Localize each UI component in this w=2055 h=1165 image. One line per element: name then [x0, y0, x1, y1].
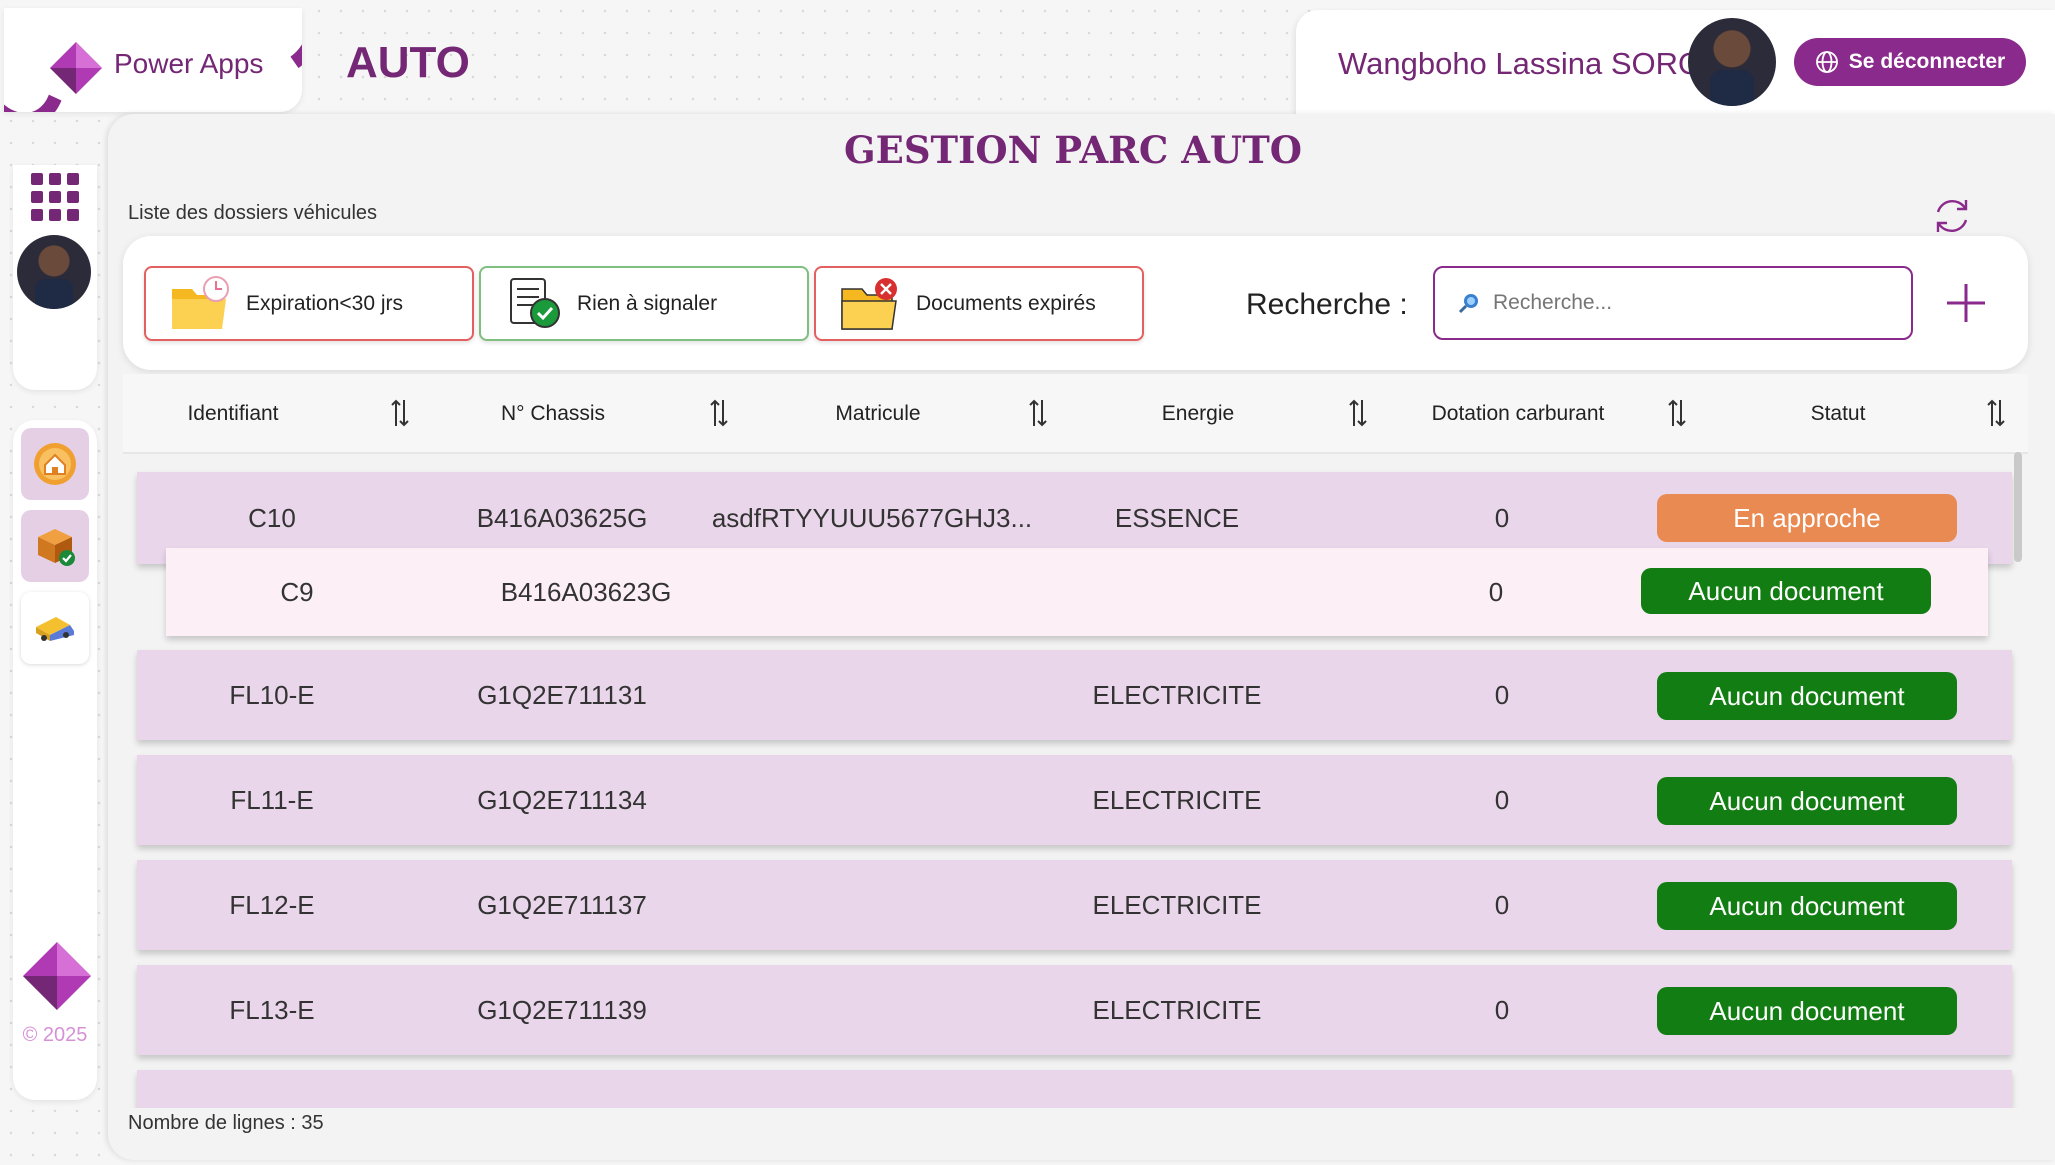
cell-dotation: 0	[1494, 784, 1510, 815]
sidebar-item-vehicles[interactable]	[21, 592, 89, 664]
copyright-text: © 2025	[22, 1024, 88, 1046]
page-title: GESTION PARC AUTO	[844, 128, 1302, 172]
cell-dotation: 0	[1494, 889, 1510, 920]
cell-chassis: G1Q2E711137	[477, 889, 647, 920]
filter-label: Rien à signaler	[577, 291, 718, 315]
user-name: Wangboho Lassina SORO	[1338, 46, 1703, 81]
cell-identifiant: FL13-E	[229, 994, 315, 1025]
column-header-statut[interactable]: Statut	[1703, 374, 1973, 454]
list-label: Liste des dossiers véhicules	[128, 202, 378, 224]
search-input[interactable]	[1493, 291, 1893, 315]
cell-chassis: G1Q2E711139	[477, 994, 647, 1025]
cell-chassis: G1Q2E711134	[477, 784, 647, 815]
filter-toolbar: Expiration<30 jrs Rien à signaler Docume…	[123, 236, 2028, 370]
sort-icon[interactable]	[1347, 398, 1369, 428]
add-icon[interactable]	[1943, 280, 1989, 326]
cell-dotation: 0	[1488, 576, 1504, 607]
table-header: Identifiant N° Chassis Matricule Energie…	[123, 374, 2028, 454]
logout-button[interactable]: Se déconnecter	[1794, 38, 2026, 86]
cell-energie: ELECTRICITE	[1092, 679, 1262, 710]
user-avatar[interactable]	[1688, 18, 1776, 106]
user-card: Wangboho Lassina SORO Se déconnecter	[1296, 10, 2055, 114]
table-scrollbar[interactable]	[2014, 452, 2022, 562]
globe-icon	[1815, 51, 1838, 73]
cell-energie	[1066, 548, 1306, 636]
cell-matricule	[702, 755, 1042, 845]
truck-icon	[36, 617, 74, 641]
table-row[interactable]: FL10-E G1Q2E711131 ELECTRICITE 0 Aucun d…	[137, 650, 2012, 740]
table-row[interactable]: FL11-E G1Q2E711134 ELECTRICITE 0 Aucun d…	[137, 755, 2012, 845]
table-row-partial[interactable]	[137, 1070, 2012, 1108]
table-row[interactable]: FL12-E G1Q2E711137 ELECTRICITE 0 Aucun d…	[137, 860, 2012, 950]
cell-energie: ELECTRICITE	[1092, 784, 1262, 815]
sort-icon[interactable]	[389, 398, 411, 428]
search-field[interactable]	[1433, 266, 1913, 340]
status-badge: En approche	[1657, 494, 1957, 542]
search-label: Recherche :	[1246, 288, 1408, 321]
home-icon	[34, 443, 76, 485]
brand-card: Power Apps	[4, 8, 302, 112]
folder-clock-icon	[172, 275, 229, 329]
sort-icon[interactable]	[708, 398, 730, 428]
power-apps-logo-icon	[50, 42, 102, 94]
document-check-icon	[510, 277, 560, 328]
cell-identifiant: FL12-E	[229, 889, 315, 920]
status-badge: Aucun document	[1657, 987, 1957, 1035]
sidebar-item-inventory[interactable]	[21, 510, 89, 582]
cell-chassis: G1Q2E711131	[477, 679, 647, 710]
row-count: Nombre de lignes : 35	[128, 1112, 324, 1134]
cell-matricule	[726, 548, 1056, 636]
box-check-icon	[38, 529, 75, 566]
filter-expired-button[interactable]: Documents expirés	[814, 266, 1144, 341]
search-icon	[1458, 294, 1478, 314]
table-body: C10 B416A03625G asdfRTYYUUU5677GHJ3... E…	[123, 454, 2028, 1108]
column-header-energie[interactable]: Energie	[1063, 374, 1333, 454]
table-row-selected[interactable]: C9 B416A03623G 0 Aucun document	[166, 548, 1988, 636]
filter-expiring-button[interactable]: Expiration<30 jrs	[144, 266, 474, 341]
cell-energie: ELECTRICITE	[1092, 994, 1262, 1025]
sort-icon[interactable]	[1985, 398, 2007, 428]
column-header-chassis[interactable]: N° Chassis	[413, 374, 693, 454]
main-panel: GESTION PARC AUTO Liste des dossiers véh…	[108, 114, 2055, 1160]
folder-x-icon	[841, 277, 897, 330]
cell-matricule	[702, 650, 1042, 740]
cell-matricule	[702, 965, 1042, 1055]
logout-label: Se déconnecter	[1848, 50, 2006, 73]
app-launcher-icon[interactable]	[31, 173, 79, 221]
cell-identifiant: FL11-E	[230, 784, 314, 815]
status-badge: Aucun document	[1641, 568, 1931, 614]
cell-chassis: B416A03623G	[500, 576, 672, 607]
brand-name: Power Apps	[114, 48, 264, 79]
cell-dotation: 0	[1494, 679, 1510, 710]
status-badge: Aucun document	[1657, 777, 1957, 825]
cell-dotation: 0	[1494, 994, 1510, 1025]
column-header-dotation[interactable]: Dotation carburant	[1383, 374, 1653, 454]
filter-ok-button[interactable]: Rien à signaler	[479, 266, 809, 341]
sidebar-profile-panel	[13, 165, 97, 390]
status-badge: Aucun document	[1657, 882, 1957, 930]
column-header-matricule[interactable]: Matricule	[743, 374, 1013, 454]
sidebar-nav: © 2025	[13, 420, 97, 1100]
sidebar-item-home[interactable]	[21, 428, 89, 500]
cell-identifiant: C9	[280, 576, 314, 607]
cell-energie: ELECTRICITE	[1092, 889, 1262, 920]
cell-identifiant: FL10-E	[229, 679, 315, 710]
column-header-identifiant[interactable]: Identifiant	[123, 374, 343, 454]
sort-icon[interactable]	[1666, 398, 1688, 428]
table-row[interactable]: FL13-E G1Q2E711139 ELECTRICITE 0 Aucun d…	[137, 965, 2012, 1055]
cell-matricule	[702, 860, 1042, 950]
sidebar-avatar[interactable]	[17, 235, 91, 309]
refresh-icon[interactable]	[1930, 194, 1974, 238]
filter-label: Documents expirés	[916, 291, 1096, 315]
power-apps-logo-icon	[23, 942, 91, 1010]
app-title: AUTO	[346, 38, 470, 87]
sort-icon[interactable]	[1027, 398, 1049, 428]
status-badge: Aucun document	[1657, 672, 1957, 720]
filter-label: Expiration<30 jrs	[246, 291, 403, 315]
